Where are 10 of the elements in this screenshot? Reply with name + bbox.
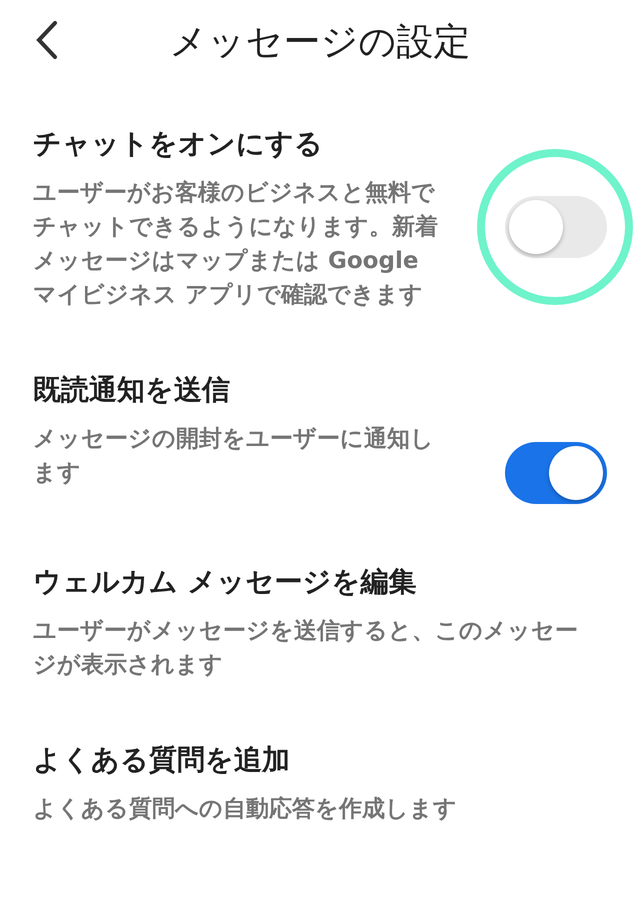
- setting-description: ユーザーがお客様のビジネスと無料でチャットできるようになります。新着メッセージはマップまたは Google マイビジネス アプリで確認できます: [33, 179, 439, 310]
- setting-title: 既読通知を送信: [33, 372, 231, 408]
- setting-description: ユーザーがメッセージを送信すると、このメッセージが表示されます: [33, 617, 578, 680]
- setting-title: チャットをオンにする: [33, 126, 324, 162]
- setting-title[interactable]: ウェルカム メッセージを編集: [33, 562, 578, 602]
- setting-description: よくある質問への自動応答を作成します: [33, 795, 458, 824]
- back-icon: [35, 20, 59, 60]
- setting-description: メッセージの開封をユーザーに通知します: [33, 425, 435, 488]
- setting-title[interactable]: よくある質問を追加: [33, 740, 578, 780]
- page-title: メッセージの設定: [168, 19, 472, 65]
